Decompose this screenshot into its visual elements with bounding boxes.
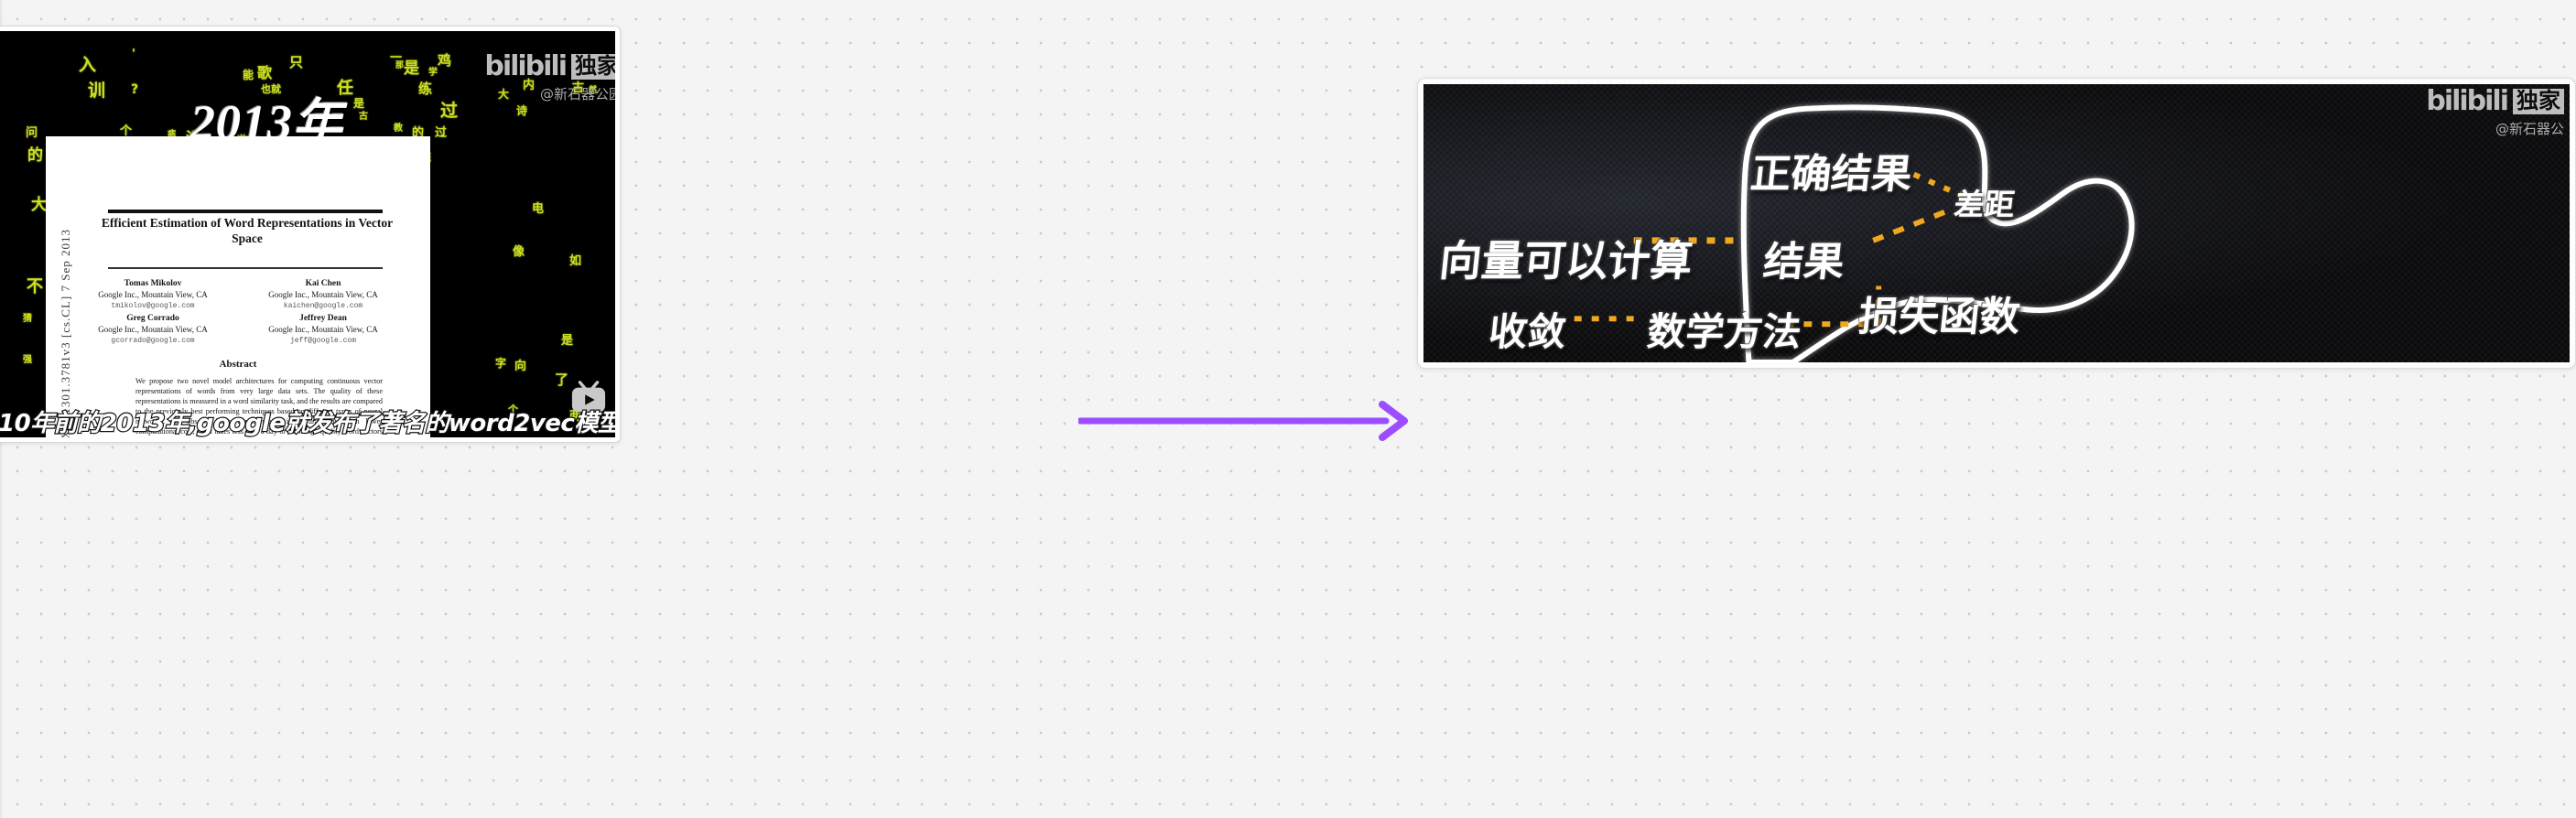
author-name: Tomas Mikolov <box>124 279 182 288</box>
right-slide-frame: 向量可以计算 正确结果 差距 结果 损失函数 收敛 数学方法 bilibili 独家 @新石… <box>1423 84 2570 362</box>
slide-label-loss-function: 损失函数 <box>1856 294 2023 340</box>
video-subtitle: 10年前的2013年,google就发布了著名的word2vec模型 <box>0 409 615 437</box>
danmaku-text: 猜 <box>23 314 32 324</box>
danmaku-text: 大 <box>31 196 47 214</box>
danmaku-text: 然 <box>589 86 598 95</box>
danmaku-text: 过 <box>440 101 459 121</box>
paper-authors-row-2: Greg Corrado Google Inc., Mountain View,… <box>46 314 430 345</box>
paper-rule-top <box>108 210 383 213</box>
danmaku-text: 练 <box>418 81 433 97</box>
flow-arrow <box>1078 401 1408 441</box>
danmaku-text: 内 <box>523 79 536 92</box>
danmaku-text: 鸡 <box>438 52 452 69</box>
danmaku-text: 古 <box>572 81 585 95</box>
author-email: kaichen@google.com <box>283 302 363 310</box>
danmaku-text: 电 <box>532 202 545 216</box>
author-name: Kai Chen <box>305 279 341 288</box>
danmaku-text: 不 <box>27 277 43 296</box>
paper-title: Efficient Estimation of Word Representat… <box>101 216 394 245</box>
connector-result-to-gap <box>1872 209 1948 243</box>
left-video-card[interactable]: 入训'?个问的大不猜强病没你说能歌也就只任是古的趣一那是鸡学练过教的过这完大内诗… <box>0 26 621 443</box>
author-email: jeff@google.com <box>289 337 356 345</box>
danmaku-text: 学 <box>428 68 438 78</box>
danmaku-text: 古 <box>359 112 368 122</box>
danmaku-text: 训 <box>88 81 106 101</box>
author-entry: Tomas Mikolov Google Inc., Mountain View… <box>84 279 222 310</box>
author-entry: Kai Chen Google Inc., Mountain View, CA … <box>254 279 392 310</box>
danmaku-text: ' <box>132 48 135 61</box>
danmaku-text: 像 <box>513 245 525 259</box>
danmaku-text: 诗 <box>516 104 528 117</box>
abstract-heading: Abstract <box>219 359 257 370</box>
danmaku-text: 能 <box>243 69 254 81</box>
danmaku-text: 如 <box>569 254 582 268</box>
author-name: Greg Corrado <box>126 314 179 323</box>
whiteboard-canvas[interactable]: 入训'?个问的大不猜强病没你说能歌也就只任是古的趣一那是鸡学练过教的过这完大内诗… <box>0 0 2576 818</box>
exclusive-badge: 独家 <box>571 54 615 80</box>
author-affiliation: Google Inc., Mountain View, CA <box>98 290 208 299</box>
author-entry: Jeffrey Dean Google Inc., Mountain View,… <box>254 314 392 345</box>
danmaku-text: 字 <box>495 357 507 370</box>
slide-label-math-method: 数学方法 <box>1645 309 1804 354</box>
author-affiliation: Google Inc., Mountain View, CA <box>268 325 378 334</box>
danmaku-text: 是 <box>404 59 419 78</box>
danmaku-text: 教 <box>394 124 403 134</box>
slide-label-gap: 差距 <box>1952 187 2017 222</box>
danmaku-text: 的 <box>27 146 43 165</box>
danmaku-text: 过 <box>435 126 448 140</box>
danmaku-text: 了 <box>555 371 569 388</box>
paper-authors-row-1: Tomas Mikolov Google Inc., Mountain View… <box>46 279 430 310</box>
author-email: gcorrado@google.com <box>111 337 195 345</box>
left-video-frame: 入训'?个问的大不猜强病没你说能歌也就只任是古的趣一那是鸡学练过教的过这完大内诗… <box>0 31 615 437</box>
author-email: tmikolov@google.com <box>111 302 195 310</box>
danmaku-text: 向 <box>514 360 527 373</box>
slide-label-vector-compute: 向量可以计算 <box>1436 236 1695 285</box>
word2vec-paper: Efficient Estimation of Word Representat… <box>46 136 430 437</box>
author-name: Jeffrey Dean <box>299 314 347 323</box>
slide-label-result: 结果 <box>1760 239 1847 285</box>
danmaku-text: 是 <box>561 334 574 348</box>
author-entry: Greg Corrado Google Inc., Mountain View,… <box>84 314 222 345</box>
right-slide-card[interactable]: 向量可以计算 正确结果 差距 结果 损失函数 收敛 数学方法 bilibili 独家 @新石… <box>1417 78 2576 369</box>
danmaku-text: 只 <box>289 54 304 70</box>
danmaku-text: 歌 <box>257 64 273 81</box>
slide-label-converge: 收敛 <box>1487 309 1569 354</box>
danmaku-text: 强 <box>23 355 32 365</box>
danmaku-text: 大 <box>498 88 510 101</box>
danmaku-text: 入 <box>79 55 97 75</box>
danmaku-text: ? <box>131 82 139 97</box>
paper-rule-bottom <box>108 267 383 269</box>
slide-label-correct-result: 正确结果 <box>1748 151 1915 198</box>
danmaku-text: 那 <box>395 61 405 70</box>
author-affiliation: Google Inc., Mountain View, CA <box>268 290 378 299</box>
danmaku-text: 问 <box>26 126 38 140</box>
author-affiliation: Google Inc., Mountain View, CA <box>98 325 208 334</box>
